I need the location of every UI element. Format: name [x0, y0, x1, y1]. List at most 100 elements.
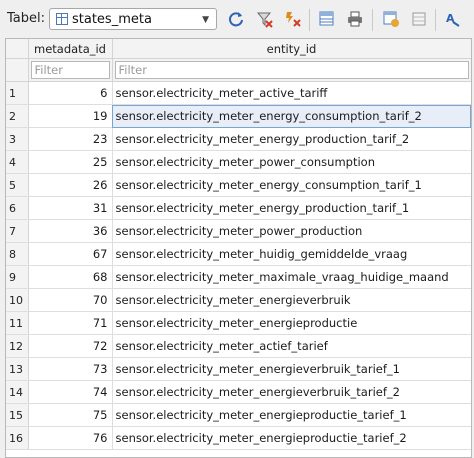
- table-row[interactable]: 8 67 sensor.electricity_meter_huidig_gemid…: [6, 242, 471, 266]
- find-button[interactable]: A: [443, 10, 463, 30]
- print-button[interactable]: [345, 10, 365, 30]
- find-icon: A: [444, 10, 462, 31]
- data-table: metadata_id entity_id 16sensor.electrici…: [6, 39, 471, 450]
- row-number[interactable]: 16: [6, 426, 29, 450]
- table-row[interactable]: 10 70 sensor.electricity_meter_energieverb…: [6, 288, 471, 312]
- entity-id-cell[interactable]: sensor.electricity_meter_energieverbruik…: [112, 357, 471, 381]
- table-select-value: states_meta: [72, 12, 152, 27]
- filter-row: [6, 58, 471, 82]
- metadata-id-cell[interactable]: 68: [28, 265, 113, 289]
- metadata-id-cell[interactable]: 25: [28, 150, 113, 174]
- insert-record-button[interactable]: [317, 10, 337, 30]
- metadata-id-cell[interactable]: 36: [28, 219, 113, 243]
- toolbar: Tabel: states_meta ▼ A: [0, 0, 474, 40]
- table-select[interactable]: states_meta ▼: [49, 8, 217, 30]
- filter-cell: [112, 58, 471, 82]
- metadata-id-cell[interactable]: 71: [28, 311, 113, 335]
- save-filters-icon: [284, 10, 302, 31]
- entity-id-cell[interactable]: sensor.electricity_meter_power_consumpti…: [112, 150, 471, 174]
- metadata-id-cell[interactable]: 67: [28, 242, 113, 266]
- row-number[interactable]: 8: [6, 242, 29, 266]
- refresh-button[interactable]: [226, 10, 246, 30]
- row-number[interactable]: 3: [6, 127, 29, 151]
- column-header-entity-id[interactable]: entity_id: [112, 39, 471, 59]
- table-row[interactable]: 15 75 sensor.electricity_meter_energieprod…: [6, 403, 471, 427]
- entity-id-cell[interactable]: sensor.electricity_meter_energieverbruik: [112, 288, 471, 312]
- metadata-id-filter-input[interactable]: [30, 61, 110, 79]
- table-row[interactable]: 14 74 sensor.electricity_meter_energieverb…: [6, 380, 471, 404]
- table-row[interactable]: 12 72 sensor.electricity_meter_actief_tari…: [6, 334, 471, 358]
- row-number[interactable]: 9: [6, 265, 29, 289]
- entity-id-cell[interactable]: sensor.electricity_meter_actief_tarief: [112, 334, 471, 358]
- table-row[interactable]: 7 36 sensor.electricity_meter_power_produc…: [6, 219, 471, 243]
- table-row[interactable]: 16 76 sensor.electricity_meter_energieprod…: [6, 426, 471, 450]
- metadata-id-cell[interactable]: 75: [28, 403, 113, 427]
- metadata-id-cell[interactable]: 76: [28, 426, 113, 450]
- row-number[interactable]: 4: [6, 150, 29, 174]
- refresh-icon: [227, 10, 245, 31]
- row-number[interactable]: 15: [6, 403, 29, 427]
- row-number[interactable]: 5: [6, 173, 29, 197]
- corner-header[interactable]: [6, 39, 29, 59]
- entity-id-cell[interactable]: sensor.electricity_meter_power_productio…: [112, 219, 471, 243]
- table-row[interactable]: 4 25 sensor.electricity_meter_power_consum…: [6, 150, 471, 174]
- entity-id-cell[interactable]: sensor.electricity_meter_energy_consumpt…: [112, 173, 471, 197]
- entity-id-filter-input[interactable]: [114, 61, 469, 79]
- entity-id-cell[interactable]: sensor.electricity_meter_energy_producti…: [112, 127, 471, 151]
- toolbar-separator: [435, 9, 436, 31]
- chevron-down-icon: ▼: [202, 15, 209, 25]
- row-number[interactable]: 1: [6, 81, 29, 105]
- row-number[interactable]: 7: [6, 219, 29, 243]
- table-row[interactable]: 13 73 sensor.electricity_meter_energieverb…: [6, 357, 471, 381]
- row-number[interactable]: 13: [6, 357, 29, 381]
- entity-id-cell[interactable]: sensor.electricity_meter_huidig_gemiddel…: [112, 242, 471, 266]
- insert-record-icon: [318, 10, 336, 31]
- clear-filters-button[interactable]: [255, 10, 275, 30]
- filter-row-corner: [6, 58, 29, 82]
- entity-id-cell[interactable]: sensor.electricity_meter_maximale_vraag_…: [112, 265, 471, 289]
- entity-id-cell[interactable]: sensor.electricity_meter_energieproducti…: [112, 426, 471, 450]
- table-icon: [56, 13, 68, 25]
- column-header-metadata-id[interactable]: metadata_id: [28, 39, 113, 59]
- table-label: Tabel:: [7, 11, 45, 26]
- entity-id-cell[interactable]: sensor.electricity_meter_energy_consumpt…: [112, 104, 471, 128]
- metadata-id-cell[interactable]: 31: [28, 196, 113, 220]
- entity-id-cell[interactable]: sensor.electricity_meter_energieverbruik…: [112, 380, 471, 404]
- entity-id-cell[interactable]: sensor.electricity_meter_energy_producti…: [112, 196, 471, 220]
- data-grid[interactable]: metadata_id entity_id 16sensor.electrici…: [5, 38, 472, 458]
- metadata-id-cell[interactable]: 23: [28, 127, 113, 151]
- metadata-id-cell[interactable]: 6: [28, 81, 113, 105]
- row-number[interactable]: 2: [6, 104, 29, 128]
- metadata-id-cell[interactable]: 70: [28, 288, 113, 312]
- new-record-button[interactable]: [381, 10, 401, 30]
- print-icon: [346, 10, 364, 31]
- table-row[interactable]: 1 6 sensor.electricity_meter_active_tariff: [6, 81, 471, 105]
- new-record-icon: [382, 10, 400, 31]
- entity-id-cell[interactable]: sensor.electricity_meter_energieproducti…: [112, 403, 471, 427]
- table-row[interactable]: 6 31 sensor.electricity_meter_energy_produ…: [6, 196, 471, 220]
- clear-filters-icon: [256, 10, 274, 31]
- save-filters-button[interactable]: [283, 10, 303, 30]
- delete-record-button[interactable]: [409, 10, 429, 30]
- grid-body: 1 6 sensor.electricity_meter_active_tariff…: [6, 81, 471, 450]
- metadata-id-cell[interactable]: 72: [28, 334, 113, 358]
- row-number[interactable]: 14: [6, 380, 29, 404]
- metadata-id-cell[interactable]: 19: [28, 104, 113, 128]
- row-number[interactable]: 10: [6, 288, 29, 312]
- table-row[interactable]: 11 71 sensor.electricity_meter_energieprod…: [6, 311, 471, 335]
- row-number[interactable]: 12: [6, 334, 29, 358]
- row-number[interactable]: 6: [6, 196, 29, 220]
- header-row: metadata_id entity_id: [6, 39, 471, 59]
- table-row[interactable]: 2 19 sensor.electricity_meter_energy_consu…: [6, 104, 471, 128]
- metadata-id-cell[interactable]: 26: [28, 173, 113, 197]
- row-number[interactable]: 11: [6, 311, 29, 335]
- metadata-id-cell[interactable]: 73: [28, 357, 113, 381]
- toolbar-separator: [309, 9, 310, 31]
- table-row[interactable]: 5 26 sensor.electricity_meter_energy_consu…: [6, 173, 471, 197]
- metadata-id-cell[interactable]: 74: [28, 380, 113, 404]
- entity-id-cell[interactable]: sensor.electricity_meter_energieproducti…: [112, 311, 471, 335]
- entity-id-cell[interactable]: sensor.electricity_meter_active_tariff: [112, 81, 471, 105]
- table-row[interactable]: 3 23 sensor.electricity_meter_energy_produ…: [6, 127, 471, 151]
- toolbar-separator: [372, 9, 373, 31]
- table-row[interactable]: 9 68 sensor.electricity_meter_maximale_vra…: [6, 265, 471, 289]
